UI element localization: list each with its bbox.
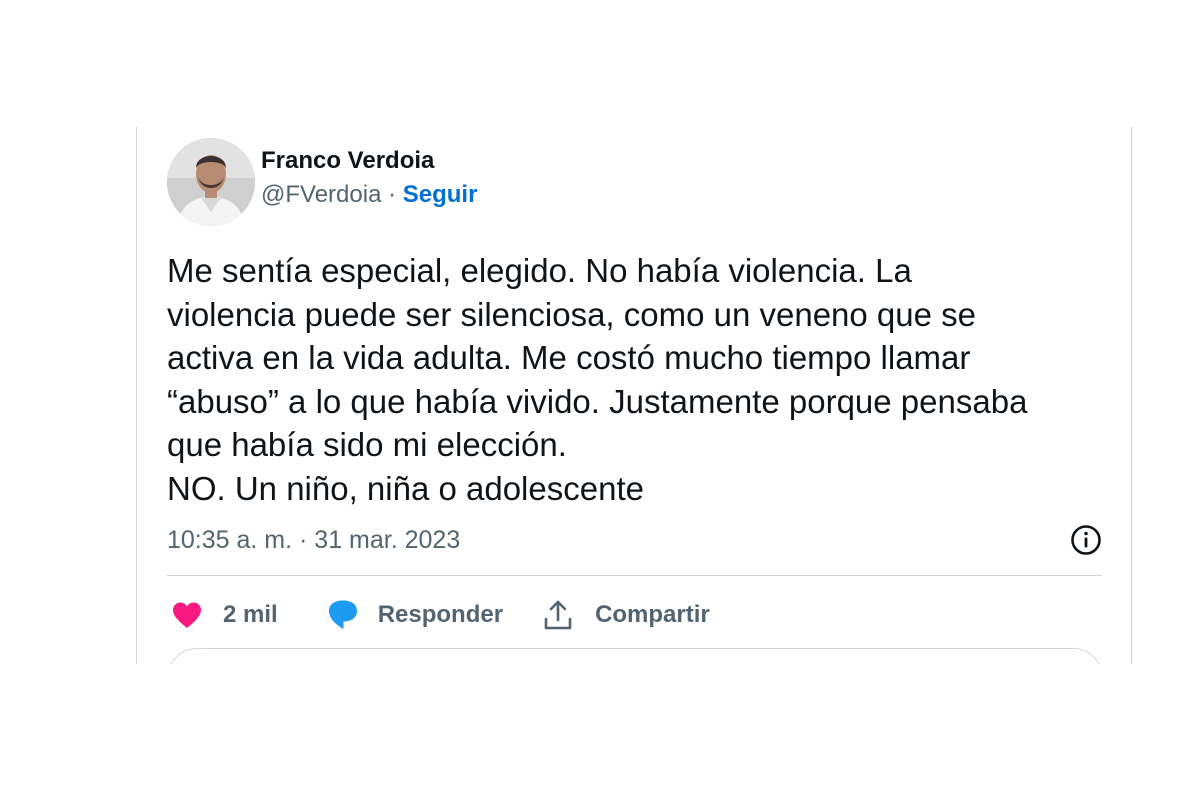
like-count: 2 mil	[223, 601, 278, 628]
avatar[interactable]	[167, 138, 255, 226]
page: Franco Verdoia @FVerdoia · Seguir Me sen…	[0, 0, 1200, 800]
like-button[interactable]: 2 mil	[171, 601, 278, 629]
tweet-timestamp[interactable]: 10:35 a. m. · 31 mar. 2023	[167, 526, 460, 555]
share-label: Compartir	[595, 601, 710, 628]
heart-icon	[173, 602, 201, 628]
tweet-text-line: que había sido mi elección.	[167, 426, 567, 463]
tweet-text: Me sentía especial, elegido. No había vi…	[167, 249, 1117, 510]
info-icon[interactable]	[1069, 523, 1103, 557]
speech-bubble-icon	[328, 600, 357, 629]
avatar-photo	[167, 138, 255, 226]
reply-label: Responder	[377, 601, 504, 628]
tweet-meta-row: 10:35 a. m. · 31 mar. 2023	[167, 523, 1103, 557]
tweet-header: Franco Verdoia @FVerdoia · Seguir	[167, 138, 477, 226]
handle-separator: ·	[381, 181, 403, 208]
reply-button[interactable]: Responder	[326, 599, 503, 631]
author-names: Franco Verdoia @FVerdoia · Seguir	[261, 144, 477, 212]
tweet-text-line: activa en la vida adulta. Me costó mucho…	[167, 339, 971, 376]
follow-link[interactable]: Seguir	[403, 181, 478, 208]
tweet-text-line: violencia puede ser silenciosa, como un …	[167, 295, 977, 333]
author-display-name[interactable]: Franco Verdoia	[261, 144, 477, 178]
tweet-text-line: NO. Un niño, niña o adolescente	[167, 469, 644, 507]
share-upload-icon	[544, 600, 572, 630]
tweet-actions: 2 mil Responder Compartir	[171, 595, 710, 635]
author-handle[interactable]: @FVerdoia	[261, 181, 381, 208]
divider	[167, 575, 1102, 576]
share-button[interactable]: Compartir	[543, 599, 710, 631]
author-handle-row: @FVerdoia · Seguir	[261, 178, 477, 212]
tweet-text-line: Me sentía especial, elegido. No había vi…	[167, 252, 912, 289]
read-replies-button[interactable]	[167, 648, 1103, 664]
tweet-text-line: “abuso” a lo que había vivido. Justament…	[167, 382, 1028, 420]
tweet-card: Franco Verdoia @FVerdoia · Seguir Me sen…	[136, 127, 1132, 664]
